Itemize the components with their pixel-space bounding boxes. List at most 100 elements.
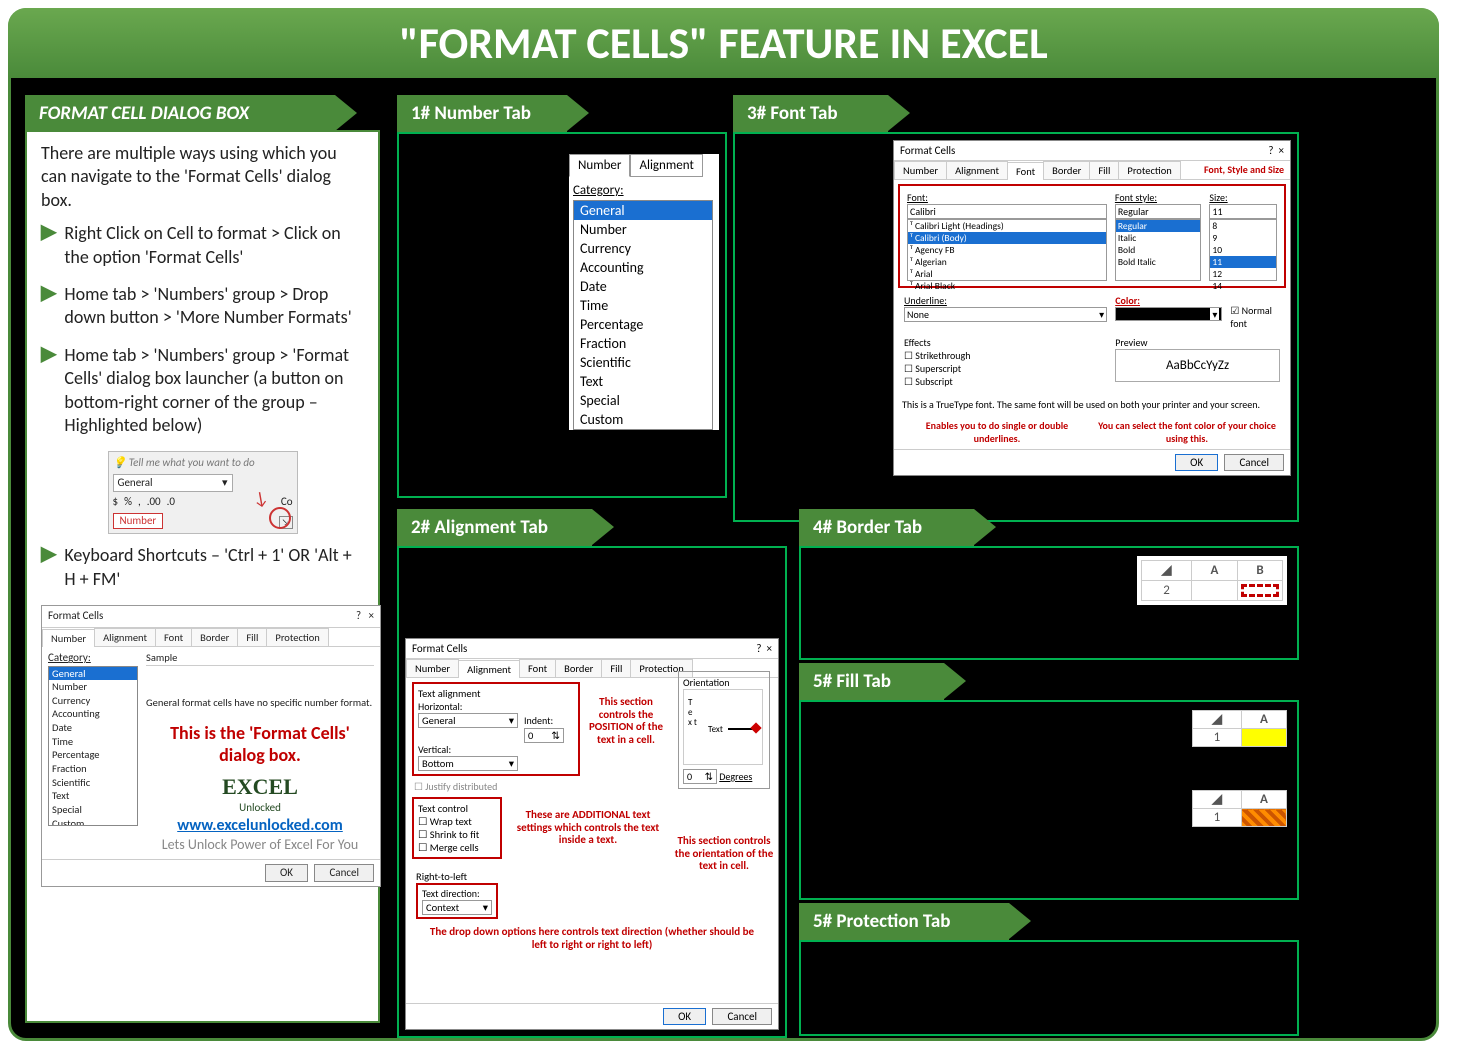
indent-spinner[interactable]: 0⇅	[524, 728, 564, 743]
list-item[interactable]: 11	[1210, 256, 1276, 268]
tab-border[interactable]: Border	[555, 659, 602, 677]
percent-icon[interactable]: %	[124, 495, 132, 509]
tab-number[interactable]: Number	[569, 154, 630, 177]
tab-alignment[interactable]: Alignment	[94, 628, 156, 647]
comma-icon[interactable]: ,	[138, 495, 141, 509]
direction-select[interactable]: Context▾	[422, 900, 492, 915]
list-item[interactable]: 12	[1210, 268, 1276, 280]
help-icon[interactable]: ?	[756, 642, 761, 655]
tab-number[interactable]: Number	[42, 629, 95, 648]
category-list[interactable]: General Number Currency Accounting Date …	[48, 666, 138, 826]
shrink-checkbox[interactable]: Shrink to fit	[418, 828, 496, 841]
list-item[interactable]: ᵀ Arial	[908, 268, 1106, 280]
tab-number[interactable]: Number	[406, 659, 459, 677]
list-item[interactable]: Date	[49, 721, 137, 735]
list-item[interactable]: Scientific	[49, 776, 137, 790]
list-item[interactable]: ᵀ Calibri (Body)	[908, 232, 1106, 244]
subscript-checkbox[interactable]: Subscript	[904, 375, 1107, 388]
tab-alignment[interactable]: Alignment	[630, 154, 702, 177]
cancel-button[interactable]: Cancel	[314, 864, 374, 882]
list-item[interactable]: 10	[1210, 244, 1276, 256]
list-item[interactable]: General	[574, 201, 712, 220]
strikethrough-checkbox[interactable]: Strikethrough	[904, 349, 1107, 362]
list-item[interactable]: General	[49, 667, 137, 681]
superscript-checkbox[interactable]: Superscript	[904, 362, 1107, 375]
list-item[interactable]: Bold Italic	[1116, 256, 1201, 268]
underline-select[interactable]: None▾	[904, 307, 1107, 322]
list-item[interactable]: Custom	[49, 817, 137, 826]
list-item[interactable]: Special	[574, 391, 712, 410]
orientation-dial[interactable]: T e x t Text	[683, 689, 763, 765]
style-list[interactable]: Regular Italic Bold Bold Italic	[1115, 219, 1202, 281]
increase-decimal-icon[interactable]: .00	[147, 495, 161, 509]
list-item[interactable]: Percentage	[49, 748, 137, 762]
tab-border[interactable]: Border	[1043, 161, 1090, 179]
list-item[interactable]: Time	[574, 296, 712, 315]
tab-font[interactable]: Font	[1007, 162, 1044, 180]
list-item[interactable]: Italic	[1116, 232, 1201, 244]
ok-button[interactable]: OK	[1175, 454, 1218, 471]
degrees-spinner[interactable]: 0⇅	[683, 769, 717, 784]
number-format-dropdown[interactable]: General▾	[113, 474, 233, 492]
size-list[interactable]: 8 9 10 11 12 14	[1209, 219, 1277, 281]
tab-protection[interactable]: Protection	[266, 628, 328, 647]
cancel-button[interactable]: Cancel	[712, 1008, 772, 1025]
decrease-decimal-icon[interactable]: .0	[167, 495, 175, 509]
list-item[interactable]: Text	[49, 789, 137, 803]
font-list[interactable]: ᵀ Calibri Light (Headings) ᵀ Calibri (Bo…	[907, 219, 1107, 281]
list-item[interactable]: Bold	[1116, 244, 1201, 256]
close-icon[interactable]: ×	[767, 642, 772, 655]
help-icon[interactable]: ?	[1268, 144, 1273, 157]
wrap-checkbox[interactable]: Wrap text	[418, 815, 496, 828]
tab-fill[interactable]: Fill	[1089, 161, 1119, 179]
tab-fill[interactable]: Fill	[601, 659, 631, 677]
list-item[interactable]: Time	[49, 735, 137, 749]
list-item[interactable]: Percentage	[574, 315, 712, 334]
list-item[interactable]: Currency	[574, 239, 712, 258]
list-item[interactable]: ᵀ Agency FB	[908, 244, 1106, 256]
tab-protection[interactable]: Protection	[1118, 161, 1180, 179]
tab-alignment[interactable]: Alignment	[946, 161, 1008, 179]
close-icon[interactable]: ×	[1279, 144, 1284, 157]
size-input[interactable]: 11	[1209, 204, 1277, 219]
ok-button[interactable]: OK	[663, 1008, 706, 1025]
close-icon[interactable]: ×	[369, 609, 374, 622]
tab-font[interactable]: Font	[519, 659, 556, 677]
list-item[interactable]: ᵀ Calibri Light (Headings)	[908, 220, 1106, 232]
help-icon[interactable]: ?	[356, 609, 361, 622]
list-item[interactable]: Regular	[1116, 220, 1201, 232]
list-item[interactable]: 9	[1210, 232, 1276, 244]
normal-font-checkbox[interactable]: Normal font	[1230, 304, 1272, 330]
tab-alignment[interactable]: Alignment	[458, 660, 520, 678]
font-input[interactable]: Calibri	[907, 204, 1107, 219]
tab-number[interactable]: Number	[894, 161, 947, 179]
list-item[interactable]: Text	[574, 372, 712, 391]
cancel-button[interactable]: Cancel	[1224, 454, 1284, 471]
category-list[interactable]: General Number Currency Accounting Date …	[573, 200, 713, 430]
list-item[interactable]: Currency	[49, 694, 137, 708]
merge-checkbox[interactable]: Merge cells	[418, 841, 496, 854]
horizontal-select[interactable]: General▾	[418, 713, 518, 728]
justify-checkbox[interactable]: Justify distributed	[414, 780, 578, 793]
list-item[interactable]: Number	[49, 680, 137, 694]
list-item[interactable]: Fraction	[49, 762, 137, 776]
list-item[interactable]: Accounting	[49, 707, 137, 721]
list-item[interactable]: ᵀ Arial Black	[908, 280, 1106, 292]
list-item[interactable]: 14	[1210, 280, 1276, 292]
currency-icon[interactable]: $	[113, 495, 119, 509]
vertical-select[interactable]: Bottom▾	[418, 756, 518, 771]
tab-border[interactable]: Border	[191, 628, 238, 647]
list-item[interactable]: ᵀ Algerian	[908, 256, 1106, 268]
tab-fill[interactable]: Fill	[237, 628, 267, 647]
list-item[interactable]: Fraction	[574, 334, 712, 353]
tab-font[interactable]: Font	[155, 628, 192, 647]
list-item[interactable]: Accounting	[574, 258, 712, 277]
list-item[interactable]: Special	[49, 803, 137, 817]
list-item[interactable]: Custom	[574, 410, 712, 429]
color-select[interactable]: ▾	[1115, 307, 1222, 321]
list-item[interactable]: 8	[1210, 220, 1276, 232]
style-input[interactable]: Regular	[1115, 204, 1202, 219]
list-item[interactable]: Number	[574, 220, 712, 239]
list-item[interactable]: Scientific	[574, 353, 712, 372]
website-link[interactable]: www.excelunlocked.com	[146, 816, 374, 837]
